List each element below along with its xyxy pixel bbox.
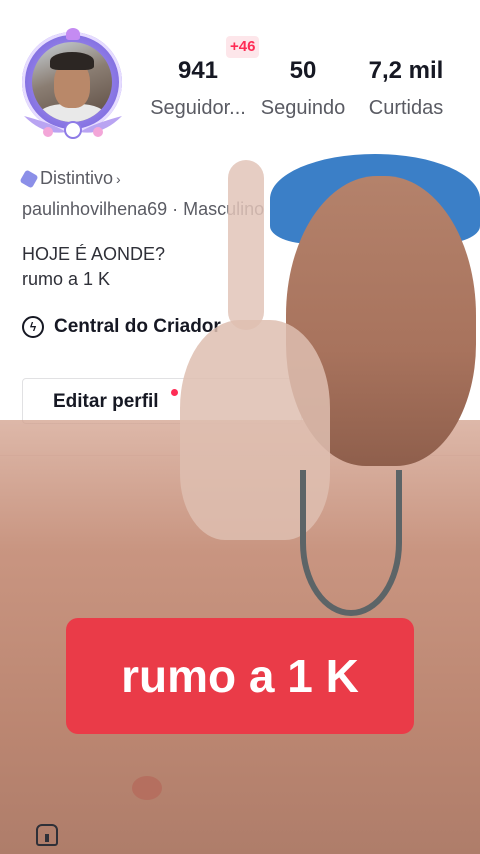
chevron-right-icon: › bbox=[116, 170, 121, 187]
badge-link[interactable]: Distintivo › bbox=[19, 168, 121, 189]
likes-count: 7,2 mil bbox=[368, 57, 444, 84]
crown-icon bbox=[66, 28, 80, 40]
followers-count: 941 bbox=[177, 57, 219, 84]
edit-profile-label: Editar perfil bbox=[53, 391, 159, 412]
hexagon-badge-icon bbox=[19, 168, 39, 189]
person-finger bbox=[228, 160, 264, 330]
bio-line-2: rumo a 1 K bbox=[22, 269, 111, 289]
following-label: Seguindo bbox=[260, 97, 346, 119]
bio-line-1: HOJE É AONDE? bbox=[22, 244, 166, 264]
profile-screen: +46 941 Seguidor... 50 Seguindo 7,2 mil … bbox=[0, 0, 480, 854]
creator-center-link[interactable]: ϟ Central do Criador bbox=[22, 316, 221, 338]
lightning-icon: ϟ bbox=[22, 316, 44, 338]
likes-stat[interactable]: 7,2 mil Curtidas bbox=[360, 56, 452, 122]
followers-stat[interactable]: 941 Seguidor... bbox=[146, 56, 250, 122]
notification-dot bbox=[171, 389, 178, 396]
necklace bbox=[300, 470, 402, 616]
bio: HOJE É AONDE? rumo a 1 K bbox=[22, 242, 165, 292]
wings-icon bbox=[24, 116, 122, 139]
new-followers-badge: +46 bbox=[226, 36, 260, 58]
chest-detail bbox=[132, 776, 162, 800]
avatar-hair bbox=[50, 52, 94, 70]
followers-label: Seguidor... bbox=[150, 97, 246, 119]
video-caption: rumo a 1 K bbox=[66, 618, 414, 734]
home-icon[interactable] bbox=[36, 824, 58, 846]
following-count: 50 bbox=[289, 57, 317, 84]
likes-label: Curtidas bbox=[368, 97, 444, 119]
badge-label: Distintivo bbox=[40, 168, 114, 188]
avatar[interactable] bbox=[14, 28, 132, 146]
creator-center-label: Central do Criador bbox=[54, 316, 221, 337]
following-stat[interactable]: 50 Seguindo bbox=[255, 56, 351, 122]
